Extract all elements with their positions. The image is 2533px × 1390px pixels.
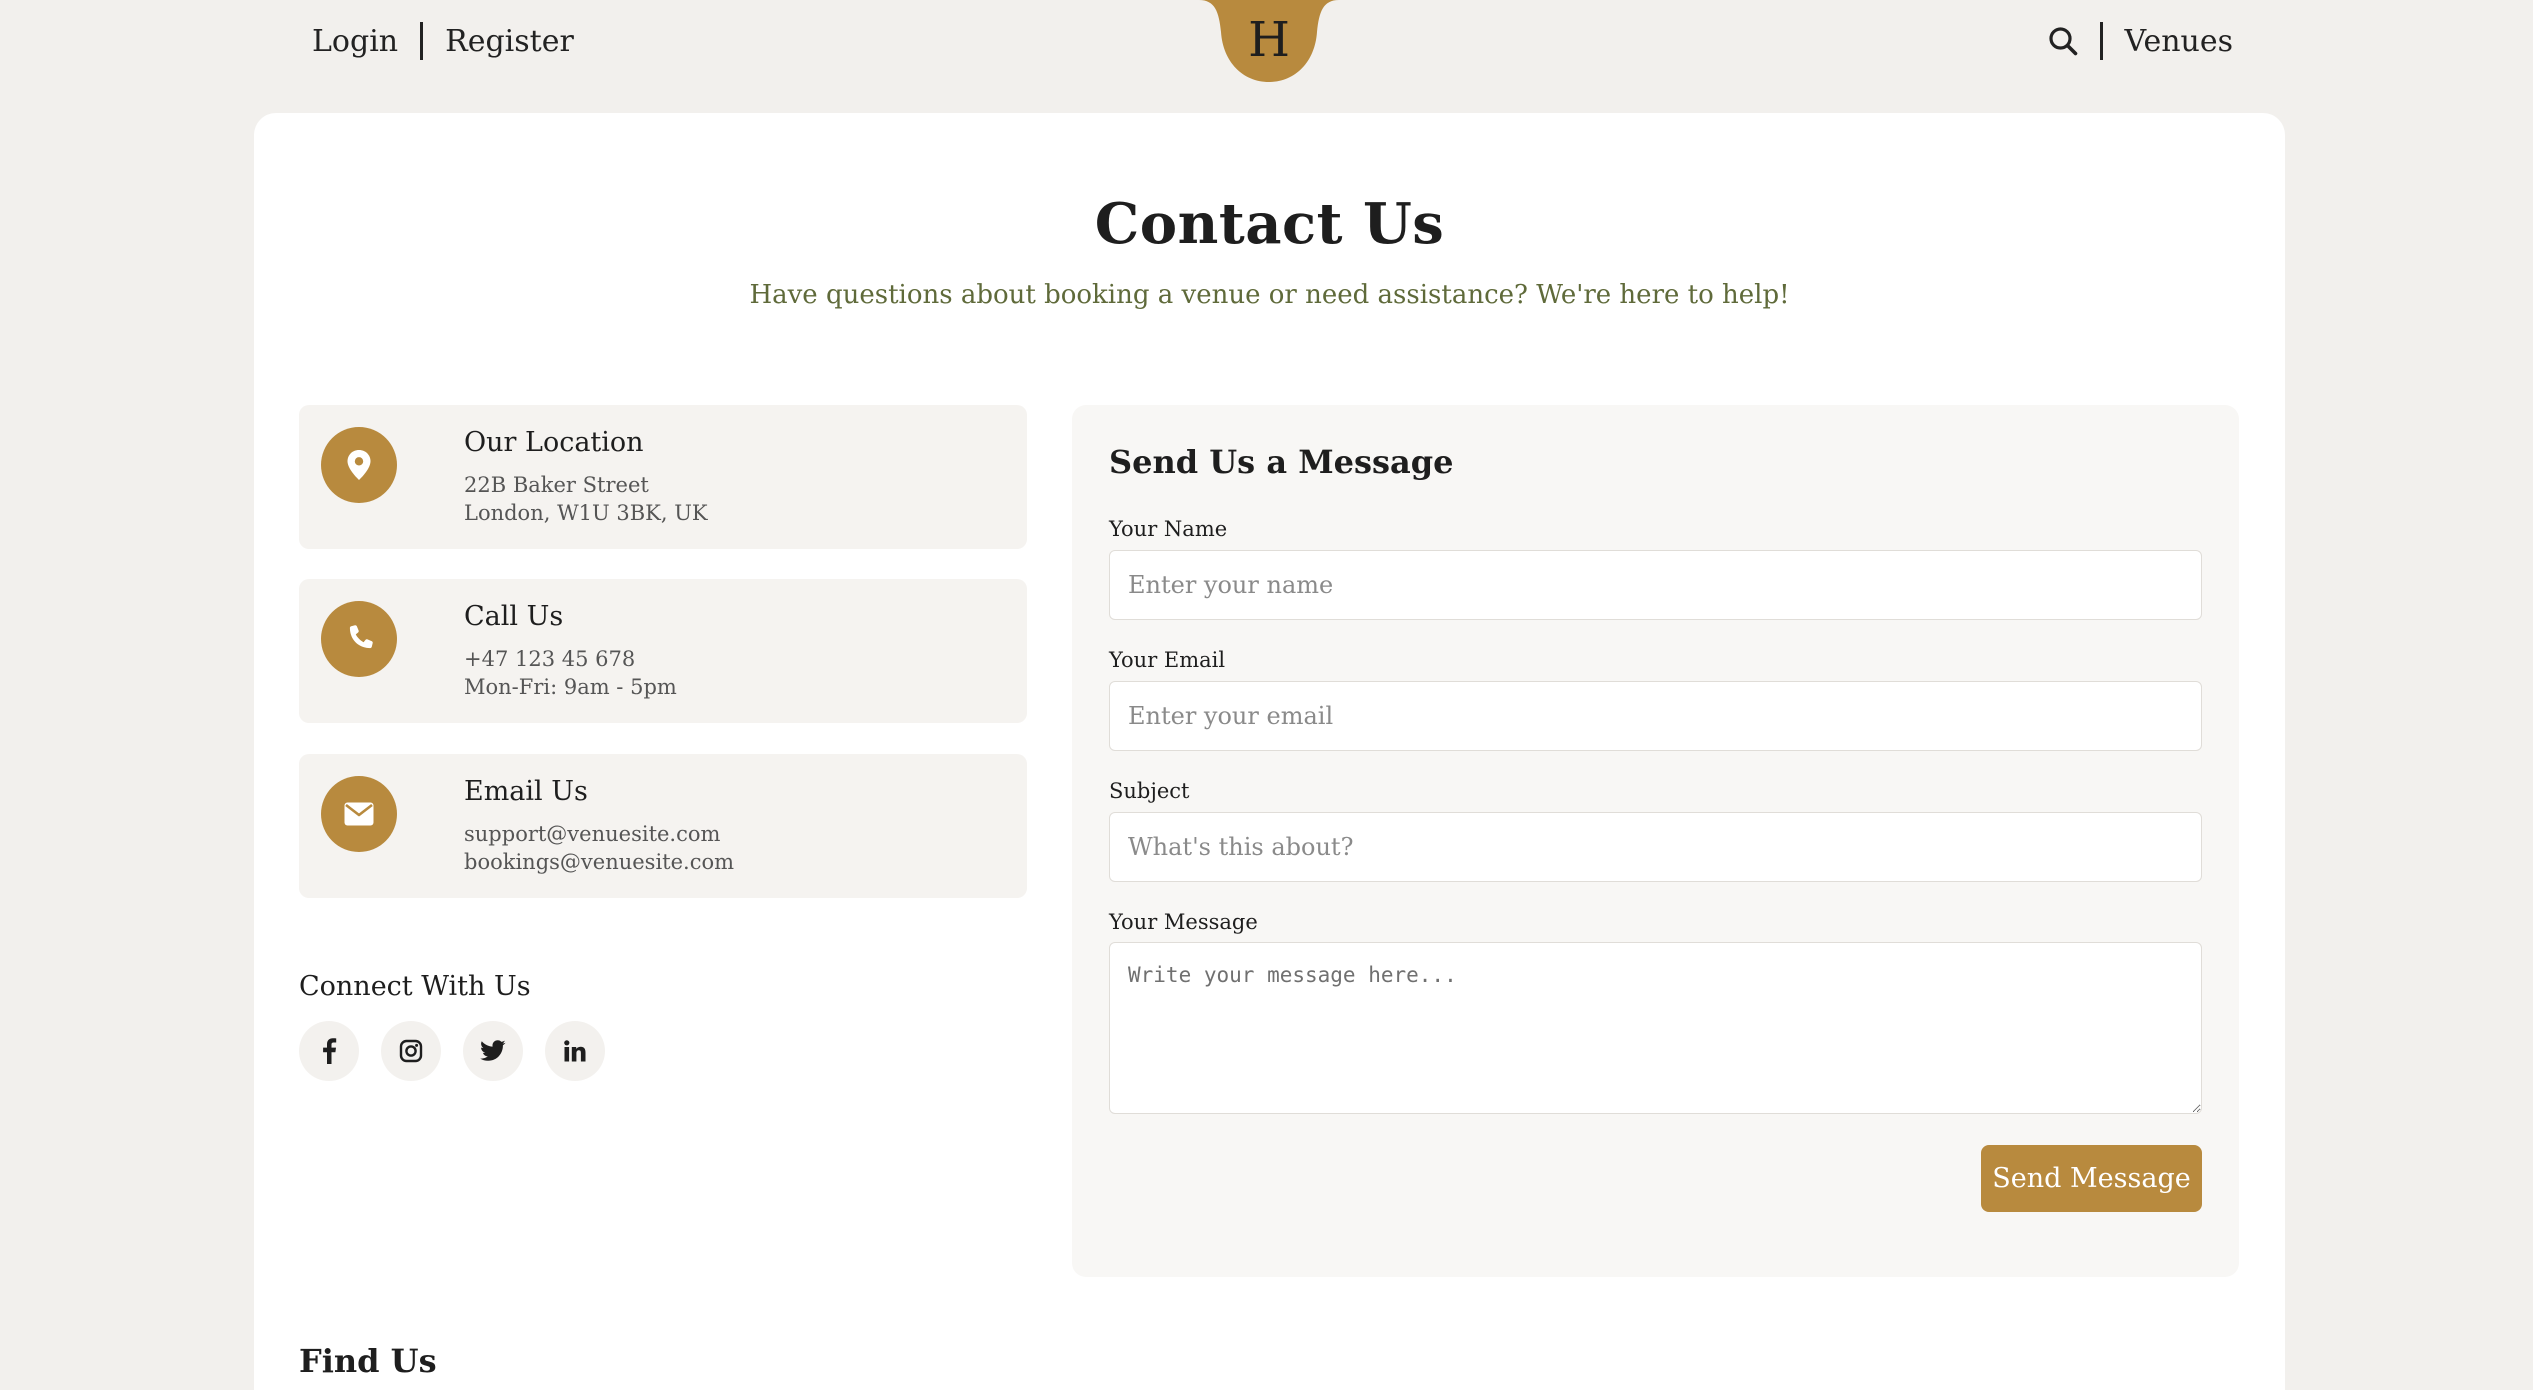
email-card: Email Us support@venuesite.com bookings@…	[299, 754, 1027, 898]
phone-title: Call Us	[464, 601, 564, 632]
facebook-icon[interactable]	[299, 1021, 359, 1081]
phone-number[interactable]: +47 123 45 678	[464, 647, 635, 671]
nav-divider	[420, 22, 424, 60]
search-icon[interactable]	[2048, 26, 2078, 56]
logo-letter: H	[1248, 12, 1290, 68]
subject-input[interactable]	[1109, 812, 2202, 882]
email-title: Email Us	[464, 776, 588, 807]
bookings-email[interactable]: bookings@venuesite.com	[464, 850, 734, 874]
location-city: London, W1U 3BK, UK	[464, 501, 708, 525]
venues-link[interactable]: Venues	[2125, 24, 2233, 59]
site-header: Login Register H Venues	[0, 0, 2533, 92]
contact-form: Send Us a Message Your Name Your Email S…	[1072, 405, 2239, 1277]
twitter-icon[interactable]	[463, 1021, 523, 1081]
envelope-icon	[321, 776, 397, 852]
subject-label: Subject	[1109, 779, 1190, 803]
page-title: Contact Us	[1094, 191, 1445, 257]
connect-title: Connect With Us	[299, 971, 531, 1002]
find-us-heading: Find Us	[299, 1342, 437, 1380]
name-input[interactable]	[1109, 550, 2202, 620]
phone-icon	[321, 601, 397, 677]
page-subtitle: Have questions about booking a venue or …	[749, 280, 1790, 310]
support-email[interactable]: support@venuesite.com	[464, 822, 720, 846]
location-pin-icon	[321, 427, 397, 503]
register-link[interactable]: Register	[445, 24, 574, 59]
nav-divider	[2099, 22, 2103, 60]
message-label: Your Message	[1109, 910, 1258, 934]
send-message-button[interactable]: Send Message	[1981, 1145, 2202, 1212]
phone-hours: Mon-Fri: 9am - 5pm	[464, 675, 677, 699]
location-street: 22B Baker Street	[464, 473, 649, 497]
message-textarea[interactable]	[1109, 942, 2202, 1114]
auth-nav: Login Register	[312, 22, 574, 60]
linkedin-icon[interactable]	[545, 1021, 605, 1081]
site-logo[interactable]: H	[1199, 0, 1339, 82]
contact-card: Contact Us Have questions about booking …	[254, 113, 2285, 1390]
phone-card: Call Us +47 123 45 678 Mon-Fri: 9am - 5p…	[299, 579, 1027, 723]
email-label: Your Email	[1109, 648, 1226, 672]
right-nav: Venues	[2048, 22, 2233, 60]
login-link[interactable]: Login	[312, 24, 398, 59]
form-title: Send Us a Message	[1109, 443, 1454, 481]
location-card: Our Location 22B Baker Street London, W1…	[299, 405, 1027, 549]
location-title: Our Location	[464, 427, 644, 458]
name-label: Your Name	[1109, 517, 1228, 541]
instagram-icon[interactable]	[381, 1021, 441, 1081]
email-input[interactable]	[1109, 681, 2202, 751]
